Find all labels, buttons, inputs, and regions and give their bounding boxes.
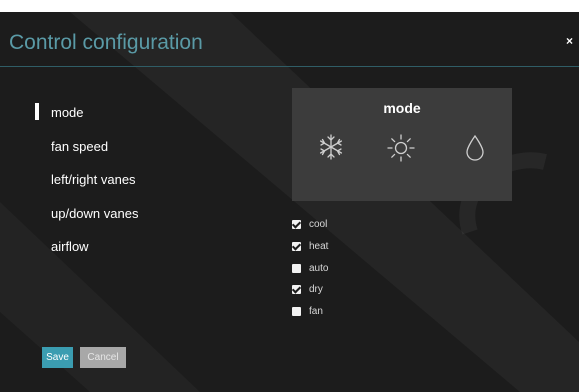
checkbox-cool[interactable] [292,220,301,229]
cancel-button[interactable]: Cancel [80,347,126,368]
checkbox-auto[interactable] [292,264,301,273]
save-button[interactable]: Save [42,347,73,368]
checkbox-fan[interactable] [292,307,301,316]
panel-title: mode [383,100,421,116]
sun-icon[interactable] [386,133,416,163]
mode-preview-panel: mode [292,88,512,201]
control-configuration-dialog: Control configuration × mode fan speed l… [0,12,579,392]
checkbox-dry[interactable] [292,285,301,294]
option-label-auto: auto [309,263,329,274]
option-label-heat: heat [309,241,329,252]
dialog-title: Control configuration [9,31,203,54]
snowflake-icon[interactable] [317,133,345,161]
option-label-cool: cool [309,219,328,230]
nav-item-left-right-vanes[interactable]: left/right vanes [51,172,136,187]
close-icon[interactable]: × [566,34,573,48]
title-divider [0,66,579,67]
option-label-fan: fan [309,306,323,317]
nav-item-airflow[interactable]: airflow [51,239,89,254]
watermark [70,12,579,392]
option-label-dry: dry [309,284,323,295]
checkbox-heat[interactable] [292,242,301,251]
nav-item-up-down-vanes[interactable]: up/down vanes [51,206,138,221]
nav-selection-indicator [35,103,39,120]
droplet-icon[interactable] [464,133,486,163]
nav-item-mode[interactable]: mode [51,105,84,120]
nav-item-fan-speed[interactable]: fan speed [51,139,108,154]
